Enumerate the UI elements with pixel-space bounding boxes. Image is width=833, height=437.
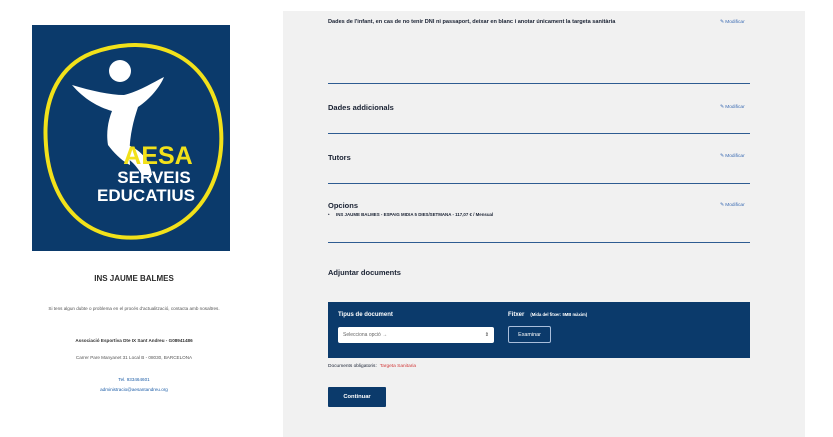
option-item: • INS JAUME BALMES - ESPAIG MIDIA 5 DIES/… (328, 212, 493, 217)
required-docs: Documents obligatoris: Targeta Sanitaria (328, 364, 416, 369)
tutors-title: Tutors (328, 153, 351, 162)
upload-box: Tipus de document Fitxer (Mida del fitxer… (328, 302, 750, 358)
required-doc-item: Targeta Sanitaria (379, 364, 417, 369)
email-link[interactable]: administracio@aesantandreu.org (0, 387, 268, 392)
pencil-icon: ✎ (720, 153, 725, 159)
divider (328, 83, 750, 84)
doc-type-label: Tipus de document (338, 312, 393, 318)
divider (328, 242, 750, 243)
logo-graphic: AESA SERVEIS EDUCATIUS (43, 43, 224, 240)
modify-additional-data-link[interactable]: ✎Modificar (720, 104, 745, 110)
doc-type-select[interactable]: Selecciona opció → ⇕ (338, 327, 494, 343)
bullet: • (328, 212, 330, 217)
continue-button[interactable]: Continuar (328, 387, 386, 407)
logo-line3: EDUCATIUS (97, 186, 195, 205)
divider (328, 133, 750, 134)
pencil-icon: ✎ (720, 19, 725, 25)
association-name: Associació Esportiva Dte IX Sant Andreu … (75, 338, 193, 343)
logo-line1: AESA (123, 142, 192, 170)
file-size-hint: (Mida del fitxer: 5MB màxim) (530, 312, 588, 317)
logo-line2: SERVEIS (117, 168, 190, 187)
modify-child-data-link[interactable]: ✎Modificar (720, 19, 745, 25)
modify-label: Modificar (725, 105, 745, 110)
browse-button[interactable]: Examinar (508, 326, 551, 343)
modify-options-link[interactable]: ✎Modificar (720, 202, 745, 208)
form-panel: Dades de l'infant, en cas de no tenir DN… (283, 11, 805, 437)
file-label-text: Fitxer (508, 312, 525, 318)
pencil-icon: ✎ (720, 202, 725, 208)
phone-link[interactable]: Tel. 933464601 (0, 377, 268, 382)
aesa-logo: AESA SERVEIS EDUCATIUS (32, 25, 230, 251)
modify-tutors-link[interactable]: ✎Modificar (720, 153, 745, 159)
modify-label: Modificar (725, 203, 745, 208)
select-placeholder: Selecciona opció → (343, 332, 388, 338)
child-data-title: Dades de l'infant, en cas de no tenir DN… (328, 19, 616, 25)
sidebar: AESA SERVEIS EDUCATIUS INS JAUME BALMES … (0, 0, 268, 437)
school-name: INS JAUME BALMES (94, 274, 174, 283)
required-docs-label: Documents obligatoris: (328, 364, 377, 369)
pencil-icon: ✎ (720, 104, 725, 110)
modify-label: Modificar (725, 154, 745, 159)
address: Carrer Pare Manyanet 31 Local B - 08030,… (75, 355, 193, 360)
attach-documents-title: Adjuntar documents (328, 268, 401, 277)
select-caret-icon: ⇕ (484, 332, 489, 338)
divider (328, 183, 750, 184)
modify-label: Modificar (725, 20, 745, 25)
help-text: Si tens algun dubte o problema en el pro… (48, 306, 220, 311)
options-title: Opcions (328, 201, 359, 210)
file-label: Fitxer (Mida del fitxer: 5MB màxim) (508, 312, 587, 318)
additional-data-title: Dades addicionals (328, 103, 394, 112)
option-item-label: INS JAUME BALMES - ESPAIG MIDIA 5 DIES/S… (336, 212, 494, 217)
